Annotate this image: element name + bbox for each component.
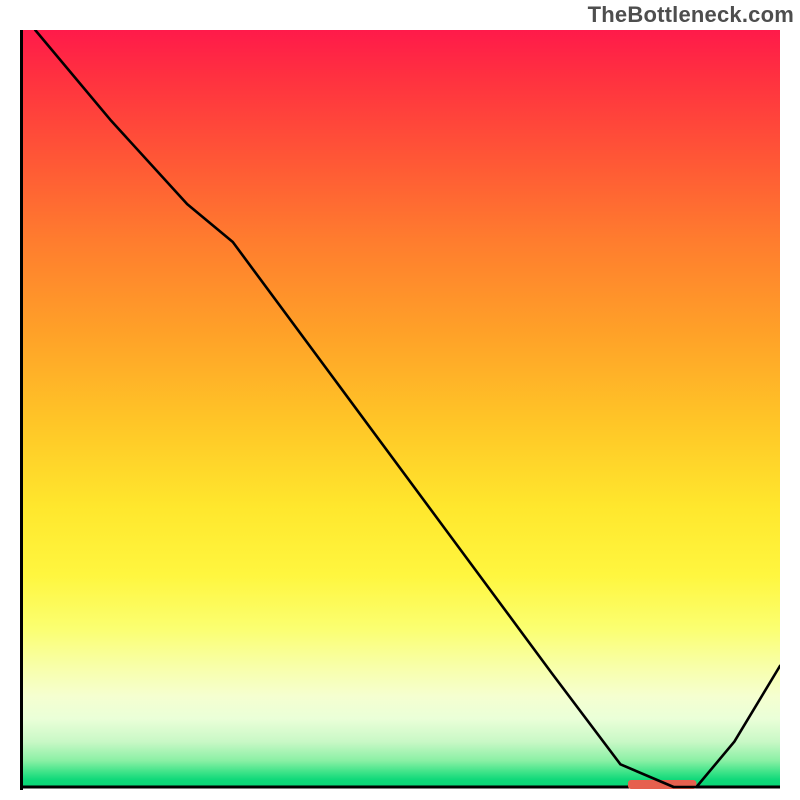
chart-area	[20, 30, 780, 790]
watermark-text: TheBottleneck.com	[588, 2, 794, 28]
bottleneck-curve	[35, 30, 780, 787]
chart-overlay-svg	[20, 30, 780, 790]
